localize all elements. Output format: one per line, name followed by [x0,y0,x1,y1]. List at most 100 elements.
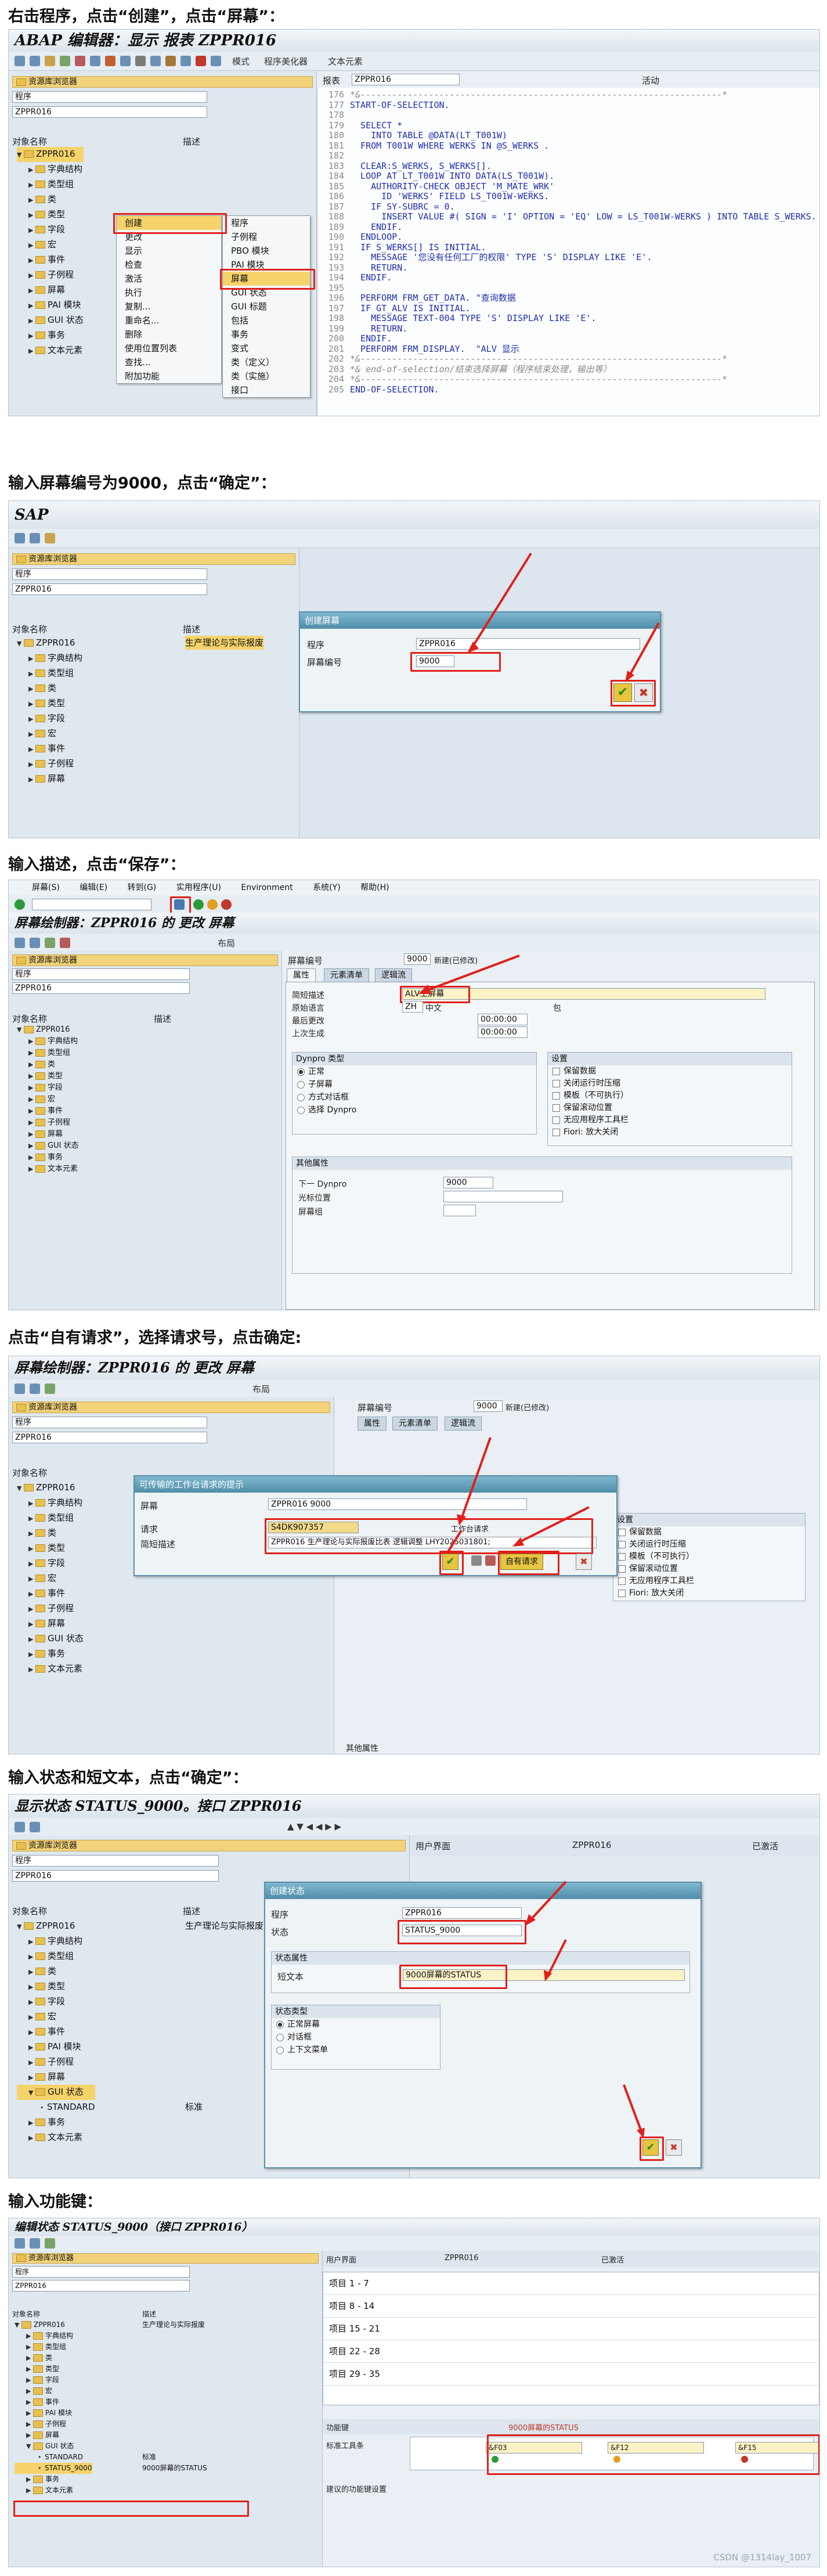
code-line[interactable]: 176 *&-----------------------------------… [317,89,819,100]
menu-item[interactable]: 类（实施） [223,369,310,383]
code-line[interactable]: 188 INSERT VALUE #( SIGN = 'I' OPTION = … [317,211,819,222]
code-line[interactable]: 187 IF SY-SUBRC = 0. [317,201,819,212]
menu-item-range[interactable]: 项目 22 - 28 [323,2340,819,2363]
code-line[interactable]: 197 IF GT_ALV IS INITIAL. [317,303,819,314]
code-line[interactable]: 201 PERFORM FRM_DISPLAY. "ALV 显示 [317,344,819,355]
tree-node[interactable]: ▶ 字典结构 [15,2330,92,2341]
check-icon[interactable] [90,56,100,66]
tree-node[interactable]: ▶ 类型组 [17,177,84,192]
text-elements-button[interactable]: 文本元素 [328,55,363,67]
pretty-printer-button[interactable]: 程序美化器 [264,55,308,67]
menu-item[interactable]: 激活 [117,272,221,286]
code-line[interactable]: 194 ENDIF. [317,272,819,283]
menu-item[interactable]: 重命名... [117,314,221,327]
tree-node[interactable]: ▶ GUI 状态 [17,313,84,328]
code-line[interactable]: 195 [317,283,819,294]
tree-node[interactable]: ▶ 类型 [17,207,84,222]
menu-item[interactable]: 子例程 [223,230,310,244]
debug-icon[interactable] [180,56,191,66]
tree-node[interactable]: ▶ 文本元素 [15,2485,92,2496]
menu-item[interactable]: 复制... [117,300,221,314]
menu-item-range[interactable]: 项目 29 - 35 [323,2363,819,2386]
object-list-icon[interactable] [150,56,161,66]
tree-node[interactable]: ▶ 事务 [15,2474,92,2485]
object-type-select[interactable]: 程序 [12,91,207,103]
menu-item-range[interactable]: 项目 8 - 14 [323,2295,819,2318]
code-line[interactable]: 202 *&-----------------------------------… [317,354,819,365]
code-line[interactable]: 179 SELECT * [317,120,819,131]
tree-node[interactable]: ▶ 字段 [17,222,84,237]
code-line[interactable]: 181 FROM T001W WHERE WERKS IN @S_WERKS . [317,140,819,152]
menu-item[interactable]: 查找... [117,355,221,369]
code-line[interactable]: 178 [317,110,819,121]
menu-item[interactable]: 事务 [223,327,310,341]
object-name-input[interactable]: ZPPR016 [12,2280,190,2292]
tree-node[interactable]: ▶ 宏 [17,237,84,253]
tree-node[interactable]: ▶ 类 [17,192,84,207]
code-editor[interactable]: 176 *&-----------------------------------… [317,88,819,416]
stop-icon[interactable] [196,56,206,66]
tree-node[interactable]: ▶ 事件 [17,253,84,268]
tree-node[interactable]: ▶ 宏 [15,2386,92,2397]
tree-node[interactable]: ▶ PAI 模块 [15,2408,92,2419]
other-object-icon[interactable] [45,56,55,66]
tree-node[interactable]: ▶ 字段 [15,2375,92,2386]
navigation-icon[interactable] [135,56,146,66]
code-line[interactable]: 182 [317,150,819,161]
code-line[interactable]: 196 PERFORM FRM_GET_DATA. "查询数据 [317,293,819,304]
code-line[interactable]: 184 LOOP AT LT_T001W INTO DATA(LS_T001W)… [317,171,819,182]
tree-root[interactable]: ▼ ZPPR016 [17,147,84,162]
menu-item[interactable]: 执行 [117,286,221,300]
tree-node-gui-status[interactable]: ▼ GUI 状态 [15,2441,92,2452]
tree-node[interactable]: ▶ 屏幕 [17,283,84,298]
activate-icon[interactable] [75,56,85,66]
code-line[interactable]: 190 ENDLOOP. [317,232,819,243]
tree-node[interactable]: ▶ 类型 [15,2364,92,2375]
tree-leaf-standard[interactable]: • STANDARD 标准 [15,2452,156,2463]
code-line[interactable]: 205 END-OF-SELECTION. [317,384,819,395]
breakpoint-icon[interactable] [165,56,176,66]
menu-item[interactable]: 检查 [117,258,221,272]
menu-item[interactable]: 删除 [117,327,221,341]
tree-node[interactable]: ▶ 子例程 [15,2419,92,2430]
object-type-select[interactable]: 程序 [12,2266,190,2278]
code-line[interactable]: 193 RETURN. [317,262,819,273]
help-icon[interactable] [211,56,221,66]
code-line[interactable]: 183 CLEAR:S_WERKS, S_WERKS[]. [317,161,819,172]
forward-icon[interactable] [30,56,40,66]
pattern-button[interactable]: 模式 [232,55,250,67]
tree-node[interactable]: ▶ 类 [15,2352,92,2364]
tree-node[interactable]: ▶ 字典结构 [17,162,84,177]
code-line[interactable]: 191 IF S_WERKS[] IS INITIAL. [317,242,819,253]
menu-item-range[interactable]: 项目 1 - 7 [323,2272,819,2295]
tree-node[interactable]: ▶ 子例程 [17,268,84,283]
display-change-icon[interactable] [45,2238,55,2249]
where-used-icon[interactable] [120,56,131,66]
code-line[interactable]: 199 RETURN. [317,323,819,334]
menu-item[interactable]: 使用位置列表 [117,341,221,355]
code-line[interactable]: 192 MESSAGE '您没有任何工厂的权限' TYPE 'S' DISPLA… [317,252,819,263]
tree-node[interactable]: ▶ 屏幕 [15,2430,92,2441]
menu-item-range[interactable]: 项目 15 - 21 [323,2318,819,2340]
code-line[interactable]: 180 INTO TABLE @DATA(LT_T001W) [317,130,819,141]
back-icon[interactable] [15,2238,25,2249]
menu-item[interactable]: 程序 [223,216,310,230]
menu-item[interactable]: 包括 [223,314,310,327]
tree-node[interactable]: ▶ 类型组 [15,2341,92,2352]
code-line[interactable]: 203 *& end-of-selection/结束选择屏幕（程序结束处理，输出等… [317,364,819,375]
forward-icon[interactable] [30,2238,40,2249]
code-line[interactable]: 204 *&-----------------------------------… [317,374,819,385]
menu-item[interactable]: 附加功能 [117,369,221,383]
tree-node[interactable]: ▶ PAI 模块 [17,298,84,313]
tree-node[interactable]: ▶ 事务 [17,328,84,343]
code-line[interactable]: 189 ENDIF. [317,222,819,233]
code-line[interactable]: 198 MESSAGE TEXT-004 TYPE 'S' DISPLAY LI… [317,313,819,324]
code-line[interactable]: 177 START-OF-SELECTION. [317,100,819,111]
back-icon[interactable] [15,56,25,66]
code-line[interactable]: 185 AUTHORITY-CHECK OBJECT 'M_MATE_WRK' [317,181,819,192]
menu-item[interactable]: 变式 [223,341,310,355]
menu-item[interactable]: 接口 [223,383,310,397]
code-line[interactable]: 186 ID 'WERKS' FIELD LS_T001W-WERKS. [317,191,819,202]
tree-root[interactable]: ▼ ZPPR016 生产理论与实际报废 [15,2319,205,2330]
tree-node[interactable]: ▶ 文本元素 [17,343,84,358]
